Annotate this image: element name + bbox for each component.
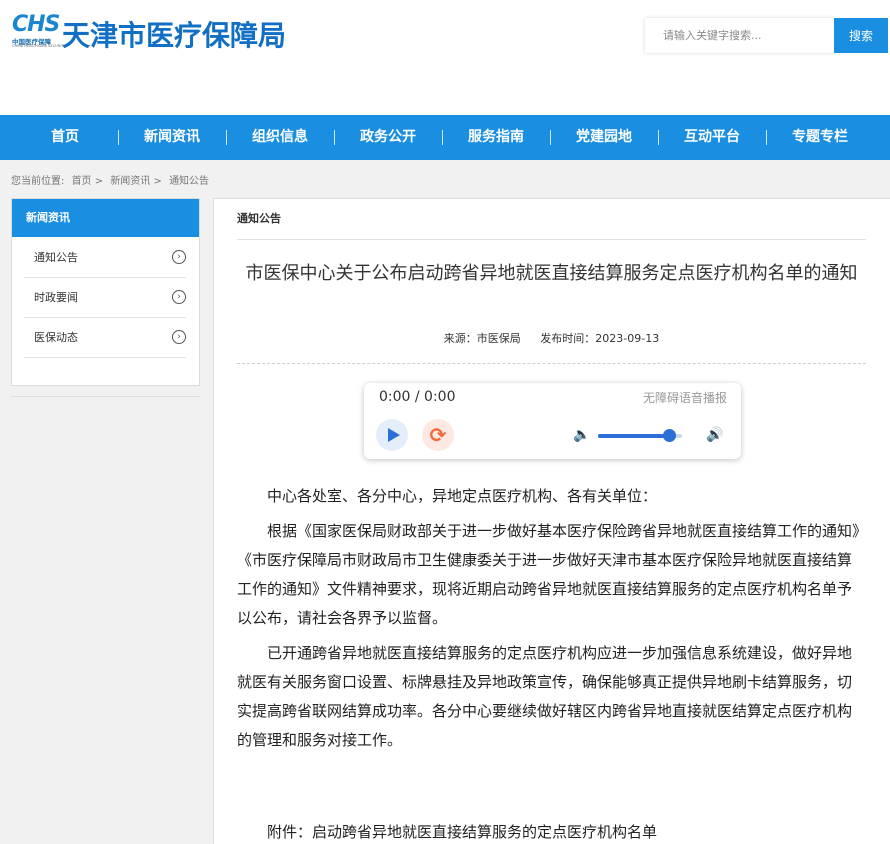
sidebar-item-label: 医保动态 xyxy=(34,331,78,344)
article-body: 中心各处室、各分中心，异地定点医疗机构、各有关单位： 根据《国家医保局财政部关于… xyxy=(237,482,866,761)
sidebar-item-label: 时政要闻 xyxy=(34,291,78,304)
player-label: 无障碍语音播报 xyxy=(642,391,727,405)
site-header: CHS 中国医疗保障 CHINA HEALTHCARE SECURITY 天津市… xyxy=(0,0,890,115)
sidebar: 新闻资讯 通知公告 › 时政要闻 › 医保动态 › xyxy=(11,198,200,386)
nav-separator xyxy=(118,130,119,145)
logo-en-text: CHINA HEALTHCARE SECURITY xyxy=(12,44,66,48)
main-nav: 首页 新闻资讯 组织信息 政务公开 服务指南 党建园地 互动平台 专题专栏 xyxy=(0,115,890,160)
article-title: 市医保中心关于公布启动跨省异地就医直接结算服务定点医疗机构名单的通知 xyxy=(245,263,858,284)
article-meta: 来源：市医保局 发布时间：2023-09-13 xyxy=(237,330,866,346)
play-icon[interactable] xyxy=(376,419,408,451)
nav-item-news[interactable]: 新闻资讯 xyxy=(122,115,222,160)
nav-item-party-building[interactable]: 党建园地 xyxy=(554,115,654,160)
logo-mark-text: CHS xyxy=(12,12,60,37)
search-input[interactable] xyxy=(645,18,834,53)
audio-player: 0:00 / 0:00 无障碍语音播报 ⟳ 🔈 🔊 xyxy=(364,383,741,459)
sidebar-item-label: 通知公告 xyxy=(34,251,78,264)
volume-high-icon[interactable]: 🔊 xyxy=(706,427,723,443)
article-date: 发布时间：2023-09-13 xyxy=(540,332,660,345)
sidebar-divider xyxy=(11,396,200,397)
chevron-right-circle-icon: › xyxy=(172,250,186,264)
article-panel: 通知公告 市医保中心关于公布启动跨省异地就医直接结算服务定点医疗机构名单的通知 … xyxy=(213,198,890,844)
nav-separator xyxy=(442,130,443,145)
nav-item-organization[interactable]: 组织信息 xyxy=(230,115,330,160)
nav-item-service-guide[interactable]: 服务指南 xyxy=(446,115,546,160)
player-time: 0:00 / 0:00 xyxy=(379,389,456,405)
attachment-link[interactable]: 附件：启动跨省异地就医直接结算服务的定点医疗机构名单 xyxy=(237,821,866,842)
nav-separator xyxy=(334,130,335,145)
sidebar-item-insurance-news[interactable]: 医保动态 › xyxy=(24,318,186,358)
section-title: 通知公告 xyxy=(237,199,866,240)
nav-item-special-topics[interactable]: 专题专栏 xyxy=(770,115,870,160)
breadcrumb-home[interactable]: 首页 > xyxy=(72,176,104,187)
site-logo[interactable]: CHS 中国医疗保障 CHINA HEALTHCARE SECURITY 天津市… xyxy=(12,10,352,60)
article-paragraph: 已开通跨省异地就医直接结算服务的定点医疗机构应进一步加强信息系统建设，做好异地就… xyxy=(237,644,853,749)
breadcrumb-news[interactable]: 新闻资讯 > xyxy=(110,176,162,187)
chevron-right-circle-icon: › xyxy=(172,290,186,304)
site-title: 天津市医疗保障局 xyxy=(62,19,287,52)
breadcrumb: 您当前位置: 首页 > 新闻资讯 > 通知公告 xyxy=(11,172,213,187)
sidebar-item-notices[interactable]: 通知公告 › xyxy=(24,238,186,278)
volume-low-icon[interactable]: 🔈 xyxy=(573,427,590,443)
nav-item-interaction[interactable]: 互动平台 xyxy=(662,115,762,160)
search-button[interactable]: 搜索 xyxy=(834,18,888,53)
search-bar: 搜索 xyxy=(645,18,888,53)
nav-separator xyxy=(226,130,227,145)
article-source: 来源：市医保局 xyxy=(443,332,521,345)
nav-separator xyxy=(550,130,551,145)
sidebar-item-current-affairs[interactable]: 时政要闻 › xyxy=(24,278,186,318)
nav-item-government-affairs[interactable]: 政务公开 xyxy=(338,115,438,160)
nav-separator xyxy=(658,130,659,145)
nav-separator xyxy=(766,130,767,145)
article-paragraph: 中心各处室、各分中心，异地定点医疗机构、各有关单位： xyxy=(267,487,658,505)
nav-item-home[interactable]: 首页 xyxy=(15,115,115,160)
volume-slider-handle[interactable] xyxy=(663,429,677,442)
breadcrumb-notices[interactable]: 通知公告 xyxy=(169,176,209,187)
article-paragraph: 根据《国家医保局财政部关于进一步做好基本医疗保险跨省异地就医直接结算工作的通知》… xyxy=(237,522,860,627)
breadcrumb-prefix: 您当前位置: xyxy=(11,176,65,187)
chs-logo-mark: CHS 中国医疗保障 CHINA HEALTHCARE SECURITY xyxy=(12,12,66,56)
loop-icon[interactable]: ⟳ xyxy=(422,419,454,451)
meta-divider xyxy=(237,363,866,364)
sidebar-title: 新闻资讯 xyxy=(12,199,199,237)
volume-slider-fill xyxy=(598,434,670,438)
chevron-right-circle-icon: › xyxy=(172,330,186,344)
